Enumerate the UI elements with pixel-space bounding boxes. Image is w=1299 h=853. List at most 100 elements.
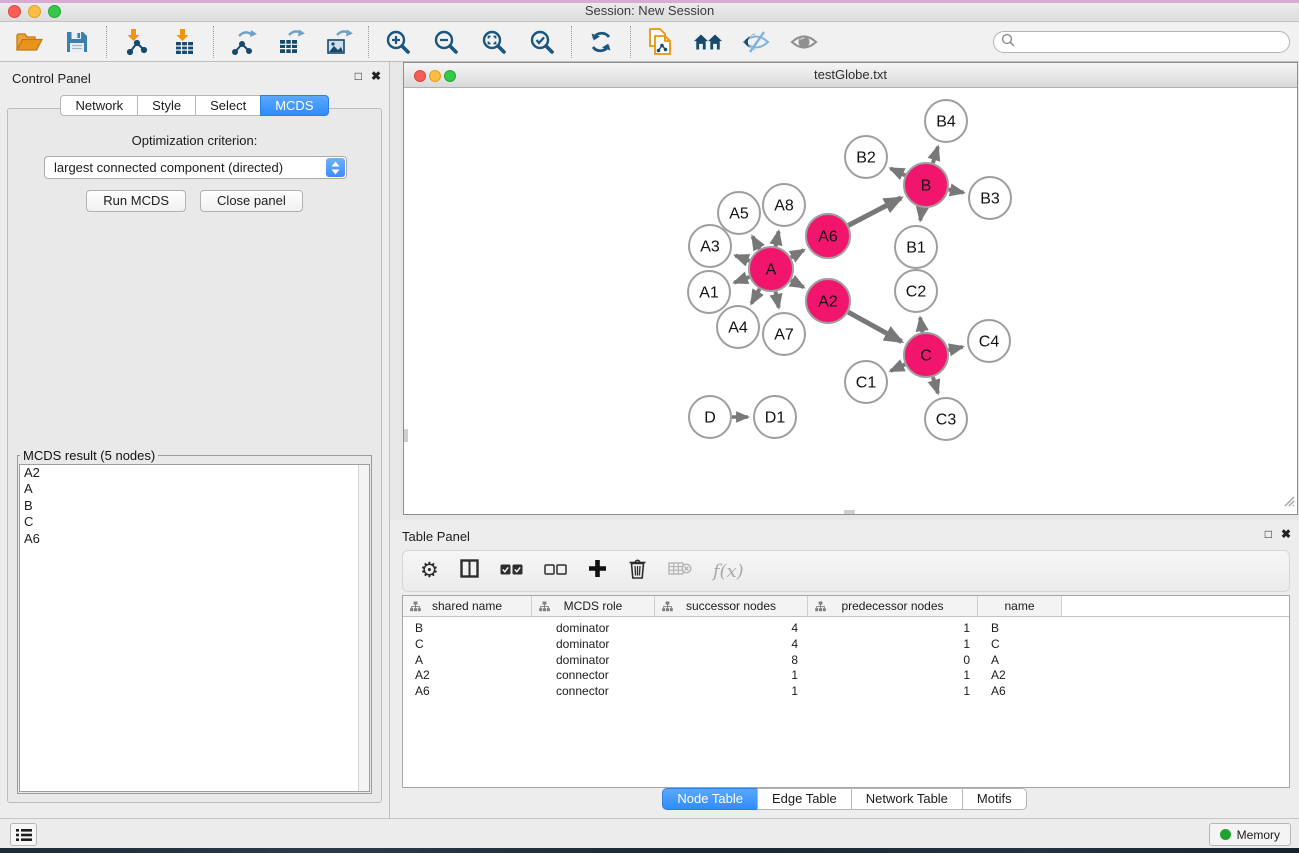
resize-grip-icon[interactable] (1281, 493, 1295, 512)
graph-node-A2[interactable]: A2 (806, 279, 850, 323)
cell[interactable]: 8 (655, 653, 808, 669)
column-header-successor-nodes[interactable]: successor nodes (655, 596, 808, 617)
table-settings-gear-icon[interactable]: ⚙ (420, 561, 439, 581)
table-row[interactable]: Cdominator41C (403, 637, 1289, 653)
cell[interactable]: C (978, 637, 1062, 653)
edge-A-A4[interactable] (751, 289, 759, 304)
search-input[interactable] (1015, 35, 1289, 49)
criterion-dropdown[interactable]: largest connected component (directed) (44, 156, 347, 179)
run-mcds-button[interactable]: Run MCDS (86, 190, 186, 212)
cell[interactable]: dominator (532, 653, 655, 669)
graph-node-D[interactable]: D (689, 396, 731, 438)
zoom-selected-icon[interactable] (527, 27, 557, 57)
graph-node-A1[interactable]: A1 (688, 271, 730, 313)
cell[interactable]: A2 (403, 668, 532, 684)
edge-B-B1[interactable] (920, 208, 922, 221)
node-table[interactable]: shared nameMCDS rolesuccessor nodesprede… (402, 595, 1290, 788)
cell[interactable]: B (978, 621, 1062, 637)
edge-A-A7[interactable] (776, 292, 779, 308)
float-panel-icon[interactable]: □ (355, 69, 362, 83)
graph-node-A[interactable]: A (749, 247, 793, 291)
hide-selected-icon[interactable] (741, 27, 771, 57)
new-network-from-selection-icon[interactable] (645, 27, 675, 57)
edge-B-B4[interactable] (933, 147, 938, 163)
edge-C-C2[interactable] (920, 318, 922, 333)
cell[interactable]: 1 (655, 668, 808, 684)
column-chooser-icon[interactable] (460, 559, 479, 583)
refresh-view-icon[interactable] (586, 27, 616, 57)
table-row[interactable]: A2connector11A2 (403, 668, 1289, 684)
edge-A-A5[interactable] (752, 236, 759, 249)
edge-A-A3[interactable] (735, 256, 749, 261)
edge-A-A1[interactable] (734, 277, 749, 283)
edge-B-B3[interactable] (949, 190, 964, 193)
graph-node-B2[interactable]: B2 (845, 136, 887, 178)
graph-node-B[interactable]: B (904, 163, 948, 207)
import-table-icon[interactable] (169, 27, 199, 57)
graph-node-B1[interactable]: B1 (895, 226, 937, 268)
mcds-result-item[interactable]: A (20, 481, 369, 497)
graph-node-A6[interactable]: A6 (806, 214, 850, 258)
graph-node-A5[interactable]: A5 (718, 192, 760, 234)
memory-button[interactable]: Memory (1209, 823, 1291, 846)
edge-A-A8[interactable] (776, 232, 779, 247)
show-all-icon[interactable] (789, 27, 819, 57)
network-window-titlebar[interactable]: testGlobe.txt (404, 63, 1297, 88)
cell[interactable]: 1 (808, 621, 978, 637)
edge-C-C4[interactable] (949, 347, 963, 350)
edge-B-B2[interactable] (891, 168, 906, 175)
cell[interactable]: connector (532, 684, 655, 700)
network-close-icon[interactable] (414, 70, 426, 82)
cell[interactable]: 1 (808, 637, 978, 653)
cell[interactable]: connector (532, 668, 655, 684)
cell[interactable]: 0 (808, 653, 978, 669)
tab-network[interactable]: Network (60, 95, 138, 116)
network-minimize-icon[interactable] (429, 70, 441, 82)
table-float-panel-icon[interactable]: □ (1265, 527, 1272, 541)
table-close-panel-icon[interactable]: ✖ (1281, 527, 1291, 541)
edge-A6-B[interactable] (848, 198, 901, 226)
edge-A-A2[interactable] (791, 280, 804, 287)
graph-node-C4[interactable]: C4 (968, 320, 1010, 362)
graph-node-B4[interactable]: B4 (925, 100, 967, 142)
graph-node-C1[interactable]: C1 (845, 361, 887, 403)
delete-row-icon[interactable] (628, 558, 647, 584)
search-field[interactable] (993, 31, 1290, 53)
edge-A2-C[interactable] (848, 312, 901, 341)
mcds-result-item[interactable]: A2 (20, 465, 369, 481)
tab-select[interactable]: Select (195, 95, 261, 116)
tab-mcds[interactable]: MCDS (260, 95, 328, 116)
network-canvas[interactable]: AA1A2A3A4A5A6A7A8BB1B2B3B4CC1C2C3C4DD1 (404, 88, 1297, 514)
graph-node-C2[interactable]: C2 (895, 270, 937, 312)
graph-node-A8[interactable]: A8 (763, 184, 805, 226)
cell[interactable]: dominator (532, 637, 655, 653)
cell[interactable]: A (978, 653, 1062, 669)
cell[interactable]: 1 (808, 668, 978, 684)
result-scrollbar[interactable] (358, 465, 369, 791)
first-neighbors-icon[interactable] (693, 27, 723, 57)
zoom-fit-icon[interactable] (479, 27, 509, 57)
tab-node-table[interactable]: Node Table (662, 788, 758, 810)
tab-style[interactable]: Style (137, 95, 196, 116)
tab-network-table[interactable]: Network Table (851, 788, 963, 810)
cell[interactable]: A (403, 653, 532, 669)
deselect-all-checkboxes-icon[interactable] (544, 562, 567, 580)
graph-node-D1[interactable]: D1 (754, 396, 796, 438)
mcds-result-item[interactable]: B (20, 498, 369, 514)
mcds-result-item[interactable]: A6 (20, 531, 369, 547)
graph-node-A3[interactable]: A3 (689, 225, 731, 267)
column-header-predecessor-nodes[interactable]: predecessor nodes (808, 596, 978, 617)
graph-node-A4[interactable]: A4 (717, 306, 759, 348)
tab-motifs[interactable]: Motifs (962, 788, 1027, 810)
select-all-checkboxes-icon[interactable] (500, 562, 523, 580)
column-header-name[interactable]: name (978, 596, 1062, 617)
cell[interactable]: A6 (403, 684, 532, 700)
column-header-shared-name[interactable]: shared name (403, 596, 532, 617)
column-header-mcds-role[interactable]: MCDS role (532, 596, 655, 617)
mcds-result-item[interactable]: C (20, 514, 369, 530)
cell[interactable]: C (403, 637, 532, 653)
vertical-scroll-indicator[interactable] (404, 429, 408, 442)
edge-A-A6[interactable] (791, 250, 804, 258)
task-history-button[interactable] (10, 823, 37, 846)
cell[interactable]: 4 (655, 621, 808, 637)
